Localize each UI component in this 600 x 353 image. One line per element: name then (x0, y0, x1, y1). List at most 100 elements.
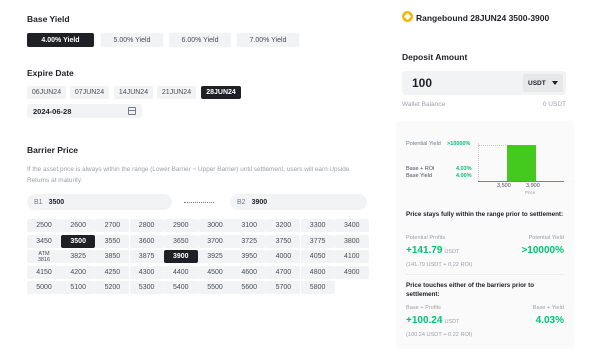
price-cell-5200[interactable]: 5200 (95, 281, 130, 294)
expire-date-value: 2024-06-28 (33, 106, 72, 116)
price-cell-5300[interactable]: 5300 (129, 281, 164, 294)
chart-high-barrier: 3,900 (526, 183, 540, 189)
price-cell-3000[interactable]: 3000 (198, 219, 232, 232)
chart-potential-yield-value: >10000% (447, 141, 471, 147)
yield-option-7[interactable]: 7.00% Yield (237, 33, 299, 47)
within-yield-label: Potential Yield (528, 235, 564, 241)
price-cell-2700[interactable]: 2700 (95, 219, 130, 232)
price-cell-2500[interactable]: 2500 (27, 219, 61, 232)
price-cell-4150[interactable]: 4150 (27, 265, 61, 279)
price-cell-2800[interactable]: 2800 (129, 219, 164, 232)
base-yield-label: Base Yield (27, 14, 70, 24)
price-cell-3825[interactable]: 3825 (61, 250, 96, 263)
within-breakdown: (141.79 USDT + 0.22 ROI) (406, 262, 473, 268)
within-yield-value: >10000% (521, 245, 564, 256)
price-cell-4300[interactable]: 4300 (129, 265, 164, 279)
price-cell-4400[interactable]: 4400 (163, 265, 198, 279)
price-cell-3650[interactable]: 3650 (163, 234, 198, 248)
price-cell-5000[interactable]: 5000 (27, 281, 61, 294)
price-cell-4600[interactable]: 4600 (232, 265, 267, 279)
payoff-card: Potential Yield >10000% Base + ROI 4.03%… (396, 121, 574, 349)
price-cell-4700[interactable]: 4700 (266, 265, 301, 279)
chart-low-barrier: 3,500 (497, 183, 511, 189)
product-title: Rangebound 28JUN24 3500-3900 (416, 13, 550, 23)
chart-axis (478, 143, 479, 181)
price-cell-4900[interactable]: 4900 (334, 265, 369, 279)
payoff-chart: Potential Yield >10000% Base + ROI 4.03%… (396, 121, 574, 196)
chart-guide (478, 145, 506, 146)
price-cell-5100[interactable]: 5100 (61, 281, 96, 294)
price-cell-3925[interactable]: 3925 (198, 250, 232, 263)
touch-breakdown: (100.24 USDT + 0.22 ROI) (406, 332, 473, 338)
config-panel: Base Yield 4.00% Yield 5.00% Yield 6.00%… (27, 0, 372, 353)
price-cell-3500[interactable]: 3500 (61, 234, 96, 248)
touch-profit-amount: +100.24 (406, 315, 443, 326)
price-cell-3400[interactable]: 3400 (334, 219, 369, 232)
touch-yield-value: 4.03% (535, 315, 564, 326)
price-cell-4200[interactable]: 4200 (61, 265, 96, 279)
date-option-14jun24[interactable]: 14JUN24 (114, 86, 153, 99)
within-profit-amount: +141.79 (406, 245, 443, 256)
price-cell-3600[interactable]: 3600 (129, 234, 164, 248)
upper-barrier-input[interactable]: B2 3900 (230, 194, 367, 210)
lower-barrier-prefix: B1 (34, 198, 43, 206)
expire-date-field[interactable]: 2024-06-28 (27, 104, 142, 118)
chart-range-bar (507, 145, 536, 181)
touch-profit-value: +100.24 USDT (406, 315, 459, 326)
atm-price-cell[interactable]: ATM 3816 (27, 250, 61, 263)
calendar-icon[interactable] (128, 107, 136, 115)
within-profit-value: +141.79 USDT (406, 245, 459, 256)
price-cell-5700[interactable]: 5700 (266, 281, 301, 294)
price-cell-3950[interactable]: 3950 (232, 250, 267, 263)
price-cell-2900[interactable]: 2900 (163, 219, 198, 232)
date-option-06jun24[interactable]: 06JUN24 (27, 86, 66, 99)
price-cell-5400[interactable]: 5400 (163, 281, 198, 294)
price-cell-5600[interactable]: 5600 (232, 281, 267, 294)
price-cell-4050[interactable]: 4050 (300, 250, 335, 263)
price-cell-3775[interactable]: 3775 (300, 234, 335, 248)
lower-barrier-value: 3500 (48, 198, 65, 206)
wallet-balance-row: Wallet Balance 0 USDT (402, 101, 566, 108)
price-cell-3750[interactable]: 3750 (266, 234, 301, 248)
price-cell-3875[interactable]: 3875 (129, 250, 164, 263)
price-cell-4000[interactable]: 4000 (266, 250, 301, 263)
yield-option-6[interactable]: 6.00% Yield (169, 33, 231, 47)
price-cell-3300[interactable]: 3300 (300, 219, 335, 232)
date-option-07jun24[interactable]: 07JUN24 (70, 86, 109, 99)
touch-profit-label: Base + Profits (406, 305, 441, 311)
deposit-amount-label: Deposit Amount (402, 52, 468, 62)
price-cell-3700[interactable]: 3700 (198, 234, 232, 248)
chart-base-yield-label: Base Yield (406, 173, 432, 179)
price-cell-3100[interactable]: 3100 (232, 219, 267, 232)
price-cell-3850[interactable]: 3850 (95, 250, 130, 263)
price-cell-4500[interactable]: 4500 (198, 265, 232, 279)
yield-option-5[interactable]: 5.00% Yield (101, 33, 163, 47)
touches-barrier-heading: Price touches either of the barriers pri… (406, 282, 535, 298)
lower-barrier-input[interactable]: B1 3500 (27, 194, 172, 210)
price-cell-4800[interactable]: 4800 (300, 265, 335, 279)
chart-base-roi-value: 4.03% (456, 166, 472, 172)
price-cell-5500[interactable]: 5500 (198, 281, 232, 294)
price-cell-3900[interactable]: 3900 (163, 250, 198, 263)
price-cell-3450[interactable]: 3450 (27, 234, 61, 248)
price-cell-2600[interactable]: 2600 (61, 219, 96, 232)
price-cell-4250[interactable]: 4250 (95, 265, 130, 279)
price-cell-3725[interactable]: 3725 (232, 234, 267, 248)
price-cell-3800[interactable]: 3800 (334, 234, 369, 248)
within-range-heading: Price stays fully within the range prior… (406, 211, 564, 218)
order-panel: Rangebound 28JUN24 3500-3900 Deposit Amo… (396, 0, 574, 353)
date-option-28jun24[interactable]: 28JUN24 (201, 86, 241, 99)
date-option-21jun24[interactable]: 21JUN24 (157, 86, 196, 99)
wallet-balance-label: Wallet Balance (402, 101, 446, 108)
currency-label: USDT (528, 79, 546, 87)
chart-baseline (478, 181, 564, 182)
deposit-amount-input[interactable]: 100 USDT (402, 71, 566, 95)
yield-option-4[interactable]: 4.00% Yield (27, 33, 94, 47)
bnb-logo-icon (402, 11, 413, 22)
price-cell-3550[interactable]: 3550 (95, 234, 130, 248)
within-profit-label: Potential Profits (406, 235, 446, 241)
price-cell-5800[interactable]: 5800 (300, 281, 335, 294)
price-cell-4100[interactable]: 4100 (334, 250, 369, 263)
currency-select[interactable]: USDT (523, 74, 563, 92)
price-cell-3200[interactable]: 3200 (266, 219, 301, 232)
